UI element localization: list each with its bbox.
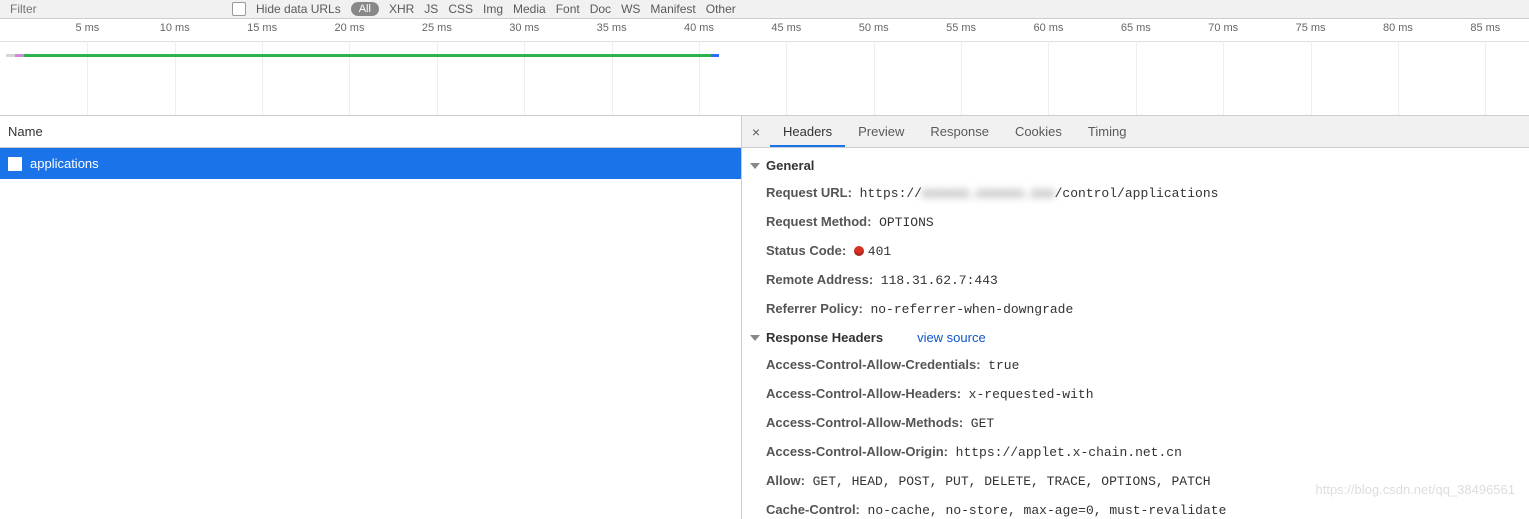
details-pane: × Headers Preview Response Cookies Timin…: [742, 116, 1529, 519]
type-filter-all[interactable]: All: [351, 2, 379, 16]
header-row: Access-Control-Allow-Headers: x-requeste…: [742, 380, 1529, 409]
type-filter-js[interactable]: JS: [424, 2, 438, 16]
header-row: Access-Control-Allow-Credentials: true: [742, 351, 1529, 380]
header-row: Allow: GET, HEAD, POST, PUT, DELETE, TRA…: [742, 467, 1529, 496]
timeline-tick: 15 ms: [247, 22, 277, 34]
type-filter-img[interactable]: Img: [483, 2, 503, 16]
timeline-tick: 80 ms: [1383, 22, 1413, 34]
type-filter-css[interactable]: CSS: [448, 2, 473, 16]
close-icon[interactable]: ×: [742, 124, 770, 140]
timeline-tick: 40 ms: [684, 22, 714, 34]
header-row: Cache-Control: no-cache, no-store, max-a…: [742, 496, 1529, 519]
file-icon: [8, 157, 22, 171]
filter-input[interactable]: [8, 1, 152, 17]
header-row: Referrer Policy: no-referrer-when-downgr…: [742, 295, 1529, 324]
type-filter-ws[interactable]: WS: [621, 2, 640, 16]
timeline-tick: 70 ms: [1208, 22, 1238, 34]
type-filter-other[interactable]: Other: [706, 2, 736, 16]
tab-timing[interactable]: Timing: [1075, 116, 1140, 147]
timeline-bar: [24, 54, 711, 57]
timeline-tick: 30 ms: [509, 22, 539, 34]
status-dot-icon: [854, 246, 864, 256]
hide-data-urls-label: Hide data URLs: [256, 2, 341, 16]
timeline-bar: [711, 54, 719, 57]
type-filter-doc[interactable]: Doc: [590, 2, 611, 16]
timeline-tick: 25 ms: [422, 22, 452, 34]
filter-toolbar: Hide data URLs All XHR JS CSS Img Media …: [0, 0, 1529, 19]
timeline-bar: [6, 54, 15, 57]
header-row: Access-Control-Allow-Methods: GET: [742, 409, 1529, 438]
chevron-down-icon: [750, 163, 760, 169]
type-filter-manifest[interactable]: Manifest: [650, 2, 695, 16]
request-row[interactable]: applications: [0, 148, 741, 179]
timeline-overview[interactable]: 5 ms 10 ms 15 ms 20 ms 25 ms 30 ms 35 ms 40 ms 4…: [0, 19, 1529, 116]
request-name: applications: [30, 156, 99, 171]
timeline-tick: 60 ms: [1033, 22, 1063, 34]
timeline-tick: 10 ms: [160, 22, 190, 34]
tab-preview[interactable]: Preview: [845, 116, 917, 147]
timeline-tick: 20 ms: [335, 22, 365, 34]
headers-details: General Request URL: https://xxxxxx.xxxx…: [742, 148, 1529, 519]
header-row: Access-Control-Allow-Origin: https://app…: [742, 438, 1529, 467]
header-row: Status Code: 401: [742, 237, 1529, 266]
timeline-tick: 85 ms: [1470, 22, 1500, 34]
section-response-headers[interactable]: Response Headers view source: [742, 324, 1529, 351]
timeline-tick: 75 ms: [1296, 22, 1326, 34]
tab-cookies[interactable]: Cookies: [1002, 116, 1075, 147]
tab-headers[interactable]: Headers: [770, 116, 845, 147]
request-list-pane: Name applications: [0, 116, 742, 519]
timeline-tick: 55 ms: [946, 22, 976, 34]
timeline-tick: 5 ms: [75, 22, 99, 34]
hide-data-urls-checkbox[interactable]: [232, 2, 246, 16]
type-filter-font[interactable]: Font: [556, 2, 580, 16]
timeline-tick: 45 ms: [771, 22, 801, 34]
timeline-bar: [15, 54, 24, 57]
type-filter-xhr[interactable]: XHR: [389, 2, 414, 16]
view-source-link[interactable]: view source: [917, 330, 986, 345]
header-row: Request URL: https://xxxxxx.xxxxxx.xxx/c…: [742, 179, 1529, 208]
header-row: Request Method: OPTIONS: [742, 208, 1529, 237]
type-filter-media[interactable]: Media: [513, 2, 546, 16]
timeline-tick: 35 ms: [597, 22, 627, 34]
chevron-down-icon: [750, 335, 760, 341]
timeline-tick: 65 ms: [1121, 22, 1151, 34]
details-tabbar: × Headers Preview Response Cookies Timin…: [742, 116, 1529, 148]
name-column-header[interactable]: Name: [0, 116, 741, 148]
header-row: Remote Address: 118.31.62.7:443: [742, 266, 1529, 295]
section-general[interactable]: General: [742, 152, 1529, 179]
timeline-tick: 50 ms: [859, 22, 889, 34]
tab-response[interactable]: Response: [917, 116, 1002, 147]
